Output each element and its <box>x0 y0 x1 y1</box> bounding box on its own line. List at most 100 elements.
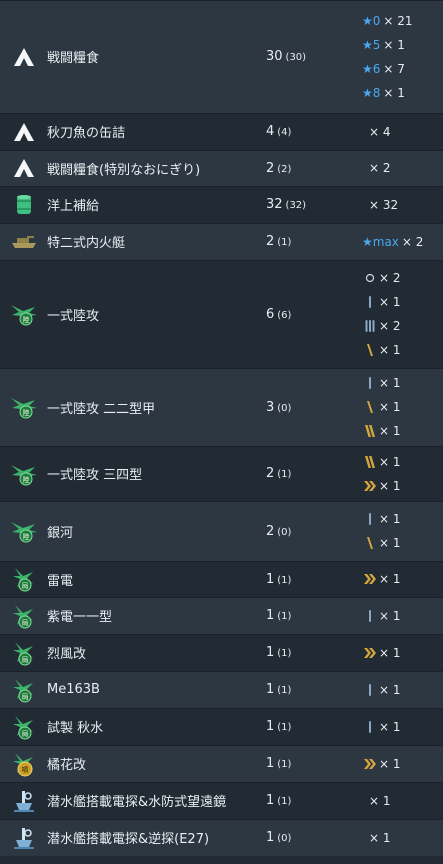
improvement-multiplier: × 1 <box>379 424 401 438</box>
submarine-equipment-icon <box>0 790 47 812</box>
improvement-entry: ★ 0 × 21 <box>362 9 443 33</box>
improvement-multiplier: × 2 <box>379 319 401 333</box>
count-unlocked: (1) <box>277 796 292 807</box>
improvement-entry: × 1 <box>362 604 443 628</box>
improvement-list: × 1 <box>362 789 443 813</box>
improvement-entry: × 1 <box>362 789 443 813</box>
row-divider <box>0 186 443 187</box>
improvement-entry: ★ 8 × 1 <box>362 81 443 105</box>
proficiency-4-icon <box>364 536 376 550</box>
equipment-row: 陸 銀河 2 (0) × 1 × 1 <box>0 501 443 561</box>
proficiency-4-icon <box>364 400 376 414</box>
equipment-count: 1 (1) <box>266 719 362 734</box>
improvement-multiplier: × 4 <box>369 124 391 139</box>
star-icon: ★ <box>362 13 373 28</box>
proficiency-1-icon <box>364 512 376 526</box>
equipment-name: 烈風改 <box>47 647 87 662</box>
row-divider <box>0 745 443 746</box>
star-icon: ★ <box>362 234 373 249</box>
count-unlocked: (1) <box>277 237 292 248</box>
svg-text:局: 局 <box>21 656 28 664</box>
count-total: 1 <box>266 830 275 845</box>
improvement-multiplier: × 1 <box>379 478 401 493</box>
equipment-row: 局 烈風改 1 (1) × 1 <box>0 634 443 671</box>
equipment-name: 一式陸攻 三四型 <box>47 468 143 483</box>
improvement-level: 8 <box>372 85 381 100</box>
count-total: 2 <box>266 160 275 176</box>
improvement-entry: × 1 <box>362 419 443 443</box>
improvement-entry: × 1 <box>362 507 443 531</box>
equipment-row: 噴 橘花改 1 (1) × 1 <box>0 745 443 782</box>
count-unlocked: (1) <box>277 685 292 696</box>
improvement-entry: × 1 <box>362 752 443 776</box>
equipment-count: 1 (1) <box>266 645 362 660</box>
improvement-list: × 1 × 1 <box>362 507 443 555</box>
improvement-multiplier: × 1 <box>379 536 401 550</box>
supply-drum-icon <box>0 194 47 216</box>
improvement-entry: × 1 <box>362 450 443 474</box>
proficiency-3-icon <box>364 319 376 333</box>
proficiency-1-icon <box>364 376 376 390</box>
equipment-name: 雷電 <box>47 573 74 589</box>
improvement-list: × 1 <box>362 567 443 591</box>
improvement-multiplier: × 1 <box>379 343 401 357</box>
interceptor-icon: 局 <box>0 640 47 666</box>
equipment-count: 30 (30) <box>266 49 362 64</box>
improvement-list: × 1 <box>362 604 443 628</box>
count-total: 1 <box>266 793 275 808</box>
improvement-multiplier: × 2 <box>379 271 401 285</box>
improvement-entry: × 1 <box>362 395 443 419</box>
improvement-multiplier: × 1 <box>379 719 401 734</box>
count-unlocked: (30) <box>285 52 307 63</box>
svg-text:局: 局 <box>21 730 28 738</box>
land-attacker-icon: 陸 <box>0 461 47 487</box>
equipment-table: 戦闘糧食 30 (30) ★ 0 × 21 ★ 5 × 1 ★ 6 × 7 ★ 8 × 1 秋刀魚の缶詰 4 (4… <box>0 0 443 856</box>
equipment-name: 特二式内火艇 <box>47 236 126 251</box>
count-unlocked: (0) <box>277 526 292 538</box>
improvement-entry: × 2 <box>362 156 443 180</box>
equipment-count: 1 (1) <box>266 572 362 587</box>
row-divider <box>0 150 443 151</box>
improvement-multiplier: × 2 <box>401 234 424 249</box>
count-total: 2 <box>266 523 275 539</box>
improvement-entry: × 1 <box>362 715 443 739</box>
equipment-count: 1 (1) <box>266 756 362 771</box>
count-unlocked: (6) <box>277 309 292 321</box>
improvement-multiplier: × 1 <box>379 400 401 414</box>
interceptor-icon: 局 <box>0 714 47 740</box>
improvement-list: × 1 × 1 × 1 <box>362 371 443 443</box>
improvement-multiplier: × 1 <box>369 793 391 808</box>
improvement-entry: ★ max × 2 <box>362 230 443 254</box>
ration-icon <box>0 158 47 178</box>
proficiency-max-icon <box>364 758 376 770</box>
equipment-name: 潜水艦搭載電探&水防式望遠鏡 <box>47 795 227 810</box>
proficiency-5-icon <box>364 455 376 469</box>
svg-text:陸: 陸 <box>22 315 29 324</box>
landing-craft-icon <box>0 235 47 249</box>
improvement-multiplier: × 21 <box>383 13 413 28</box>
row-divider <box>0 782 443 783</box>
equipment-count: 1 (1) <box>266 793 362 808</box>
svg-text:陸: 陸 <box>22 408 29 417</box>
star-icon: ★ <box>362 85 373 100</box>
improvement-multiplier: × 2 <box>369 161 391 175</box>
improvement-list: ★ max × 2 <box>362 230 443 254</box>
count-unlocked: (1) <box>277 469 292 480</box>
improvement-entry: × 1 <box>362 641 443 665</box>
land-attacker-icon: 陸 <box>0 301 47 327</box>
improvement-entry: × 1 <box>362 371 443 395</box>
equipment-count: 4 (4) <box>266 124 362 139</box>
count-unlocked: (1) <box>277 722 292 733</box>
equipment-row: 特二式内火艇 2 (1) ★ max × 2 <box>0 223 443 260</box>
improvement-multiplier: × 1 <box>379 756 401 771</box>
equipment-name: 戦闘糧食 <box>47 51 100 66</box>
equipment-count: 32 (32) <box>266 197 362 212</box>
submarine-equipment-icon <box>0 827 47 849</box>
improvement-entry: × 2 <box>362 266 443 290</box>
equipment-name: Me163B <box>47 682 100 697</box>
equipment-name: 潜水艦搭載電探&逆探(E27) <box>47 832 210 847</box>
proficiency-max-icon <box>364 480 376 492</box>
count-total: 6 <box>266 306 275 322</box>
row-divider <box>0 634 443 635</box>
equipment-row: 陸 一式陸攻 三四型 2 (1) × 1 × 1 <box>0 446 443 501</box>
